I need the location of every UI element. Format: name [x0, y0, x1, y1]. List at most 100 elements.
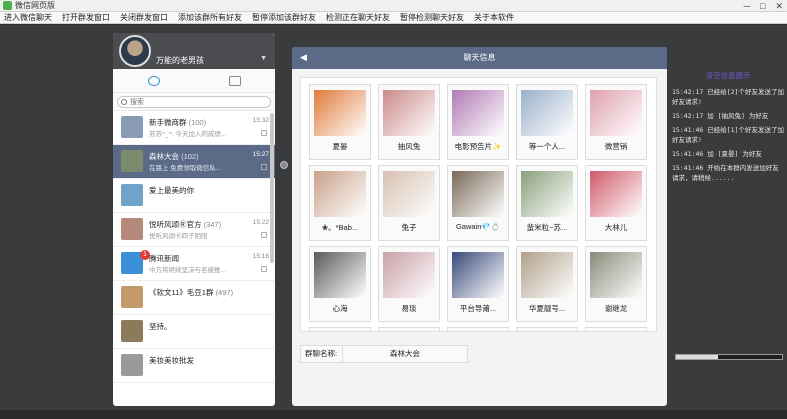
member-card[interactable]: 蜚米粒~苏...	[516, 165, 578, 241]
member-name: 蜚米粒~苏...	[526, 223, 568, 232]
log-panel: 清空信息提示 15:42:17 已经给[2]个好友发送了加好友请求! 15:42:…	[672, 70, 784, 250]
conversation-name: 森林大会 (102)	[149, 152, 199, 161]
member-card[interactable]: 电影预告片✨	[447, 84, 509, 160]
avatar[interactable]	[119, 35, 151, 67]
chat-info-panel: ◀ 聊天信息 夏晏 抽风兔 电影预告片✨ 等一个人... 微营销 ❀。*Bab... 兔子 G…	[292, 47, 667, 406]
member-name: 大林儿	[604, 223, 628, 232]
tab-chats[interactable]	[113, 69, 194, 92]
member-card[interactable]: 等一个人...	[516, 84, 578, 160]
list-item[interactable]: 1 腾讯新闻 中方将继续坚决与名被推... 15:16	[113, 247, 275, 281]
list-item[interactable]: 《软文11》毛豆1群 (497)	[113, 281, 275, 315]
member-avatar	[452, 90, 504, 136]
menu-bar: 进入微信聊天 打开群发窗口 关闭群发窗口 添加该群所有好友 暂停添加该群好友 检测正在聊天…	[0, 12, 787, 24]
conversation-avatar	[121, 354, 143, 376]
group-name-value[interactable]: 森林大会	[343, 346, 467, 362]
status-bar	[0, 410, 787, 419]
profile-header: 万能的老男孩 ▼	[113, 33, 275, 69]
menu-item[interactable]: 暂停检测聊天好友	[400, 12, 464, 23]
tab-contacts[interactable]	[194, 69, 275, 92]
member-card[interactable]	[585, 327, 647, 331]
conversation-name: 坚持。	[149, 322, 172, 331]
list-item[interactable]: 爱上最美的你	[113, 179, 275, 213]
window-title: 微信网页版	[15, 1, 55, 10]
member-name: 易琰	[401, 304, 417, 313]
member-avatar	[452, 171, 504, 217]
member-name: 电影预告片✨	[454, 142, 502, 151]
maximize-button[interactable]: □	[760, 0, 765, 12]
member-card[interactable]: 夏晏	[309, 84, 371, 160]
member-grid: 夏晏 抽风兔 电影预告片✨ 等一个人... 微营销 ❀。*Bab... 兔子 Gawain💎💍…	[300, 77, 657, 332]
progress-bar	[675, 354, 783, 360]
wechat-app-icon	[3, 1, 12, 10]
member-name: 兔子	[401, 223, 417, 232]
list-item[interactable]: 坚持。	[113, 315, 275, 349]
member-card[interactable]: 抽风兔	[378, 84, 440, 160]
conversation-scrollbar[interactable]	[270, 113, 274, 263]
member-card[interactable]: 平台导莆...	[447, 246, 509, 322]
member-card[interactable]	[378, 327, 440, 331]
search-input[interactable]	[130, 97, 250, 107]
conversation-time: 15:16	[252, 253, 269, 260]
member-name: 夏晏	[332, 142, 348, 151]
clear-log-link[interactable]: 清空信息提示	[672, 70, 784, 81]
menu-item[interactable]: 添加该群所有好友	[178, 12, 242, 23]
member-name: 谢继龙	[604, 304, 628, 313]
member-card[interactable]	[447, 327, 509, 331]
member-avatar	[314, 171, 366, 217]
mute-icon	[261, 164, 267, 170]
member-name: 平台导莆...	[459, 304, 497, 313]
member-avatar	[452, 252, 504, 298]
profile-name: 万能的老男孩	[156, 56, 204, 65]
member-avatar	[521, 252, 573, 298]
contacts-icon	[228, 75, 241, 86]
member-card[interactable]: 心海	[309, 246, 371, 322]
minimize-button[interactable]: ─	[744, 0, 750, 12]
conversation-name: 爱上最美的你	[149, 186, 194, 195]
menu-item[interactable]: 关于本软件	[474, 12, 514, 23]
member-card[interactable]: 华夏靓号...	[516, 246, 578, 322]
member-card[interactable]: 大林儿	[585, 165, 647, 241]
member-avatar	[590, 252, 642, 298]
member-card[interactable]: 易琰	[378, 246, 440, 322]
mute-icon	[261, 130, 267, 136]
group-name-label: 群聊名称:	[301, 346, 343, 362]
list-item[interactable]: 悦听风颂Ⓡ官方 (347) 悦听风颂Ⓡ四子阴阳 15:22	[113, 213, 275, 247]
chevron-down-icon[interactable]: ▼	[260, 55, 267, 62]
menu-item[interactable]: 进入微信聊天	[4, 12, 52, 23]
member-avatar	[521, 90, 573, 136]
member-card[interactable]: 谢继龙	[585, 246, 647, 322]
panel-splitter-handle[interactable]	[280, 161, 288, 169]
conversation-name: 腾讯新闻	[149, 254, 179, 263]
list-item[interactable]: 森林大会 (102) 在路上 免费领取微信私... 15:27	[113, 145, 275, 179]
close-button[interactable]: ✕	[775, 0, 783, 12]
member-card[interactable]: Gawain💎💍	[447, 165, 509, 241]
conversation-avatar	[121, 218, 143, 240]
member-avatar	[383, 90, 435, 136]
conversation-preview: 苏苏^_^: 今天加入的成绩...	[149, 131, 227, 138]
menu-item[interactable]: 检测正在聊天好友	[326, 12, 390, 23]
menu-item[interactable]: 关闭群发窗口	[120, 12, 168, 23]
log-entry: 15:41:46 加 [夏晏] 为好友	[672, 150, 762, 158]
group-name-row: 群聊名称: 森林大会	[300, 345, 468, 363]
member-card[interactable]: ❀。*Bab...	[309, 165, 371, 241]
member-card[interactable]	[309, 327, 371, 331]
mute-icon	[261, 232, 267, 238]
search-box	[117, 96, 271, 108]
conversation-time: 15:32	[252, 117, 269, 124]
conversation-time: 15:22	[252, 219, 269, 226]
member-avatar	[521, 171, 573, 217]
list-item[interactable]: 美妆美妆批发	[113, 349, 275, 383]
log-entry: 15:41:46 已经给[1]个好友发送了加好友请求!	[672, 126, 784, 144]
list-item[interactable]: 新手微商群 (100) 苏苏^_^: 今天加入的成绩... 15:32	[113, 111, 275, 145]
menu-item[interactable]: 暂停添加该群好友	[252, 12, 316, 23]
back-arrow-icon[interactable]: ◀	[300, 52, 307, 63]
conversation-list: 新手微商群 (100) 苏苏^_^: 今天加入的成绩... 15:32 森林大会 (1…	[113, 111, 275, 406]
menu-item[interactable]: 打开群发窗口	[62, 12, 110, 23]
conversation-avatar	[121, 184, 143, 206]
member-card[interactable]: 兔子	[378, 165, 440, 241]
member-name: 抽风兔	[397, 142, 421, 151]
member-card[interactable]: 微营销	[585, 84, 647, 160]
member-card[interactable]	[516, 327, 578, 331]
search-bar	[113, 93, 275, 111]
member-name: Gawain💎💍	[455, 222, 501, 231]
